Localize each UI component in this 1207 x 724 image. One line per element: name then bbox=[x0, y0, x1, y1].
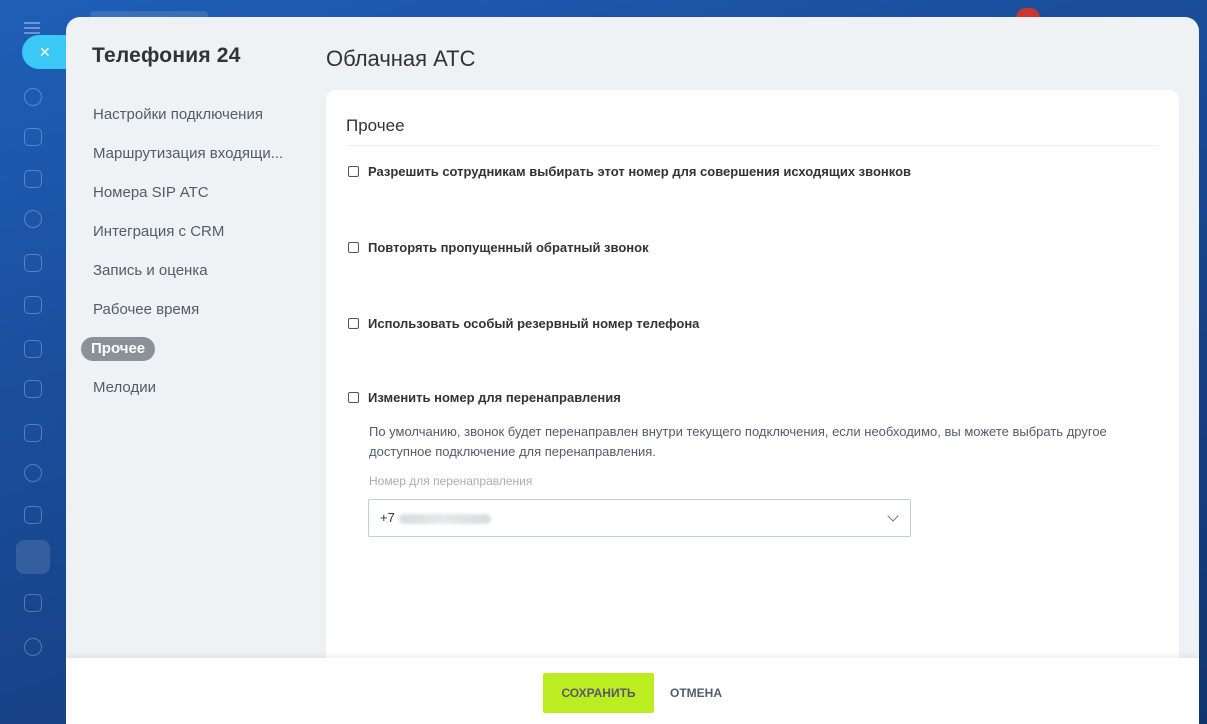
grid-icon[interactable] bbox=[24, 594, 42, 612]
telephony-slider: Телефония 24 Облачная АТС Настройки подк… bbox=[66, 17, 1199, 724]
checkbox[interactable] bbox=[348, 318, 359, 329]
contacts-icon[interactable] bbox=[24, 464, 42, 482]
nav-item-melodies[interactable]: Мелодии bbox=[81, 368, 296, 407]
chevron-down-icon bbox=[887, 510, 899, 522]
chat-icon[interactable] bbox=[24, 128, 42, 146]
checkbox[interactable] bbox=[348, 166, 359, 177]
presentation-icon[interactable] bbox=[24, 340, 42, 358]
filter-icon[interactable] bbox=[16, 540, 50, 574]
app-sidebar bbox=[0, 0, 66, 724]
hexagon-icon[interactable] bbox=[24, 210, 42, 228]
cancel-button[interactable]: ОТМЕНА bbox=[658, 673, 734, 713]
option-label: Изменить номер для перенаправления bbox=[368, 390, 621, 405]
save-button[interactable]: СОХРАНИТЬ bbox=[543, 673, 654, 713]
option-backup-number[interactable]: Использовать особый резервный номер теле… bbox=[348, 316, 699, 331]
option-label: Разрешить сотрудникам выбирать этот номе… bbox=[368, 164, 912, 179]
redirect-hint: По умолчанию, звонок будет перенаправлен… bbox=[369, 424, 1107, 459]
nav-item-working-hours[interactable]: Рабочее время bbox=[81, 290, 296, 329]
nav-item-other[interactable]: Прочее bbox=[81, 329, 296, 368]
sync-icon[interactable] bbox=[24, 88, 42, 106]
calendar-icon[interactable] bbox=[24, 254, 42, 272]
slider-title: Телефония 24 bbox=[92, 44, 241, 67]
option-change-redirect[interactable]: Изменить номер для перенаправления bbox=[348, 390, 621, 405]
close-icon: ✕ bbox=[39, 44, 51, 60]
menu-icon[interactable] bbox=[24, 22, 40, 34]
drive-icon[interactable] bbox=[24, 380, 42, 398]
checkbox[interactable] bbox=[348, 242, 359, 253]
section-divider bbox=[346, 145, 1159, 146]
close-slider-button[interactable]: ✕ bbox=[22, 35, 72, 69]
blurred-number bbox=[398, 513, 491, 524]
nav-item-incoming-routing[interactable]: Маршрутизация входящи... bbox=[81, 134, 296, 173]
settings-icon[interactable] bbox=[24, 638, 42, 656]
nav-item-crm-integration[interactable]: Интеграция с CRM bbox=[81, 212, 296, 251]
option-allow-outgoing[interactable]: Разрешить сотрудникам выбирать этот номе… bbox=[348, 164, 911, 179]
mail-icon[interactable] bbox=[24, 424, 42, 442]
nav-item-sip-numbers[interactable]: Номера SIP АТС bbox=[81, 173, 296, 212]
section-title: Прочее bbox=[346, 116, 405, 135]
page-title: Облачная АТС bbox=[326, 46, 476, 71]
redirect-number-select[interactable]: +7 bbox=[368, 499, 911, 537]
footer-bar: СОХРАНИТЬ ОТМЕНА bbox=[66, 658, 1199, 724]
settings-content: Прочее Разрешить сотрудникам выбирать эт… bbox=[326, 90, 1179, 690]
nav-item-connection-settings[interactable]: Настройки подключения bbox=[81, 95, 296, 134]
option-label: Использовать особый резервный номер теле… bbox=[368, 316, 700, 331]
document-icon[interactable] bbox=[24, 296, 42, 314]
tasks-icon[interactable] bbox=[24, 506, 42, 524]
settings-nav: Настройки подключения Маршрутизация вход… bbox=[81, 95, 296, 407]
nav-item-recording[interactable]: Запись и оценка bbox=[81, 251, 296, 290]
feed-icon[interactable] bbox=[24, 170, 42, 188]
option-label: Повторять пропущенный обратный звонок bbox=[368, 240, 649, 255]
redirect-number-prefix: +7 bbox=[380, 510, 395, 525]
option-repeat-callback[interactable]: Повторять пропущенный обратный звонок bbox=[348, 240, 649, 255]
redirect-field-label: Номер для перенаправления bbox=[369, 474, 533, 488]
checkbox[interactable] bbox=[348, 392, 359, 403]
